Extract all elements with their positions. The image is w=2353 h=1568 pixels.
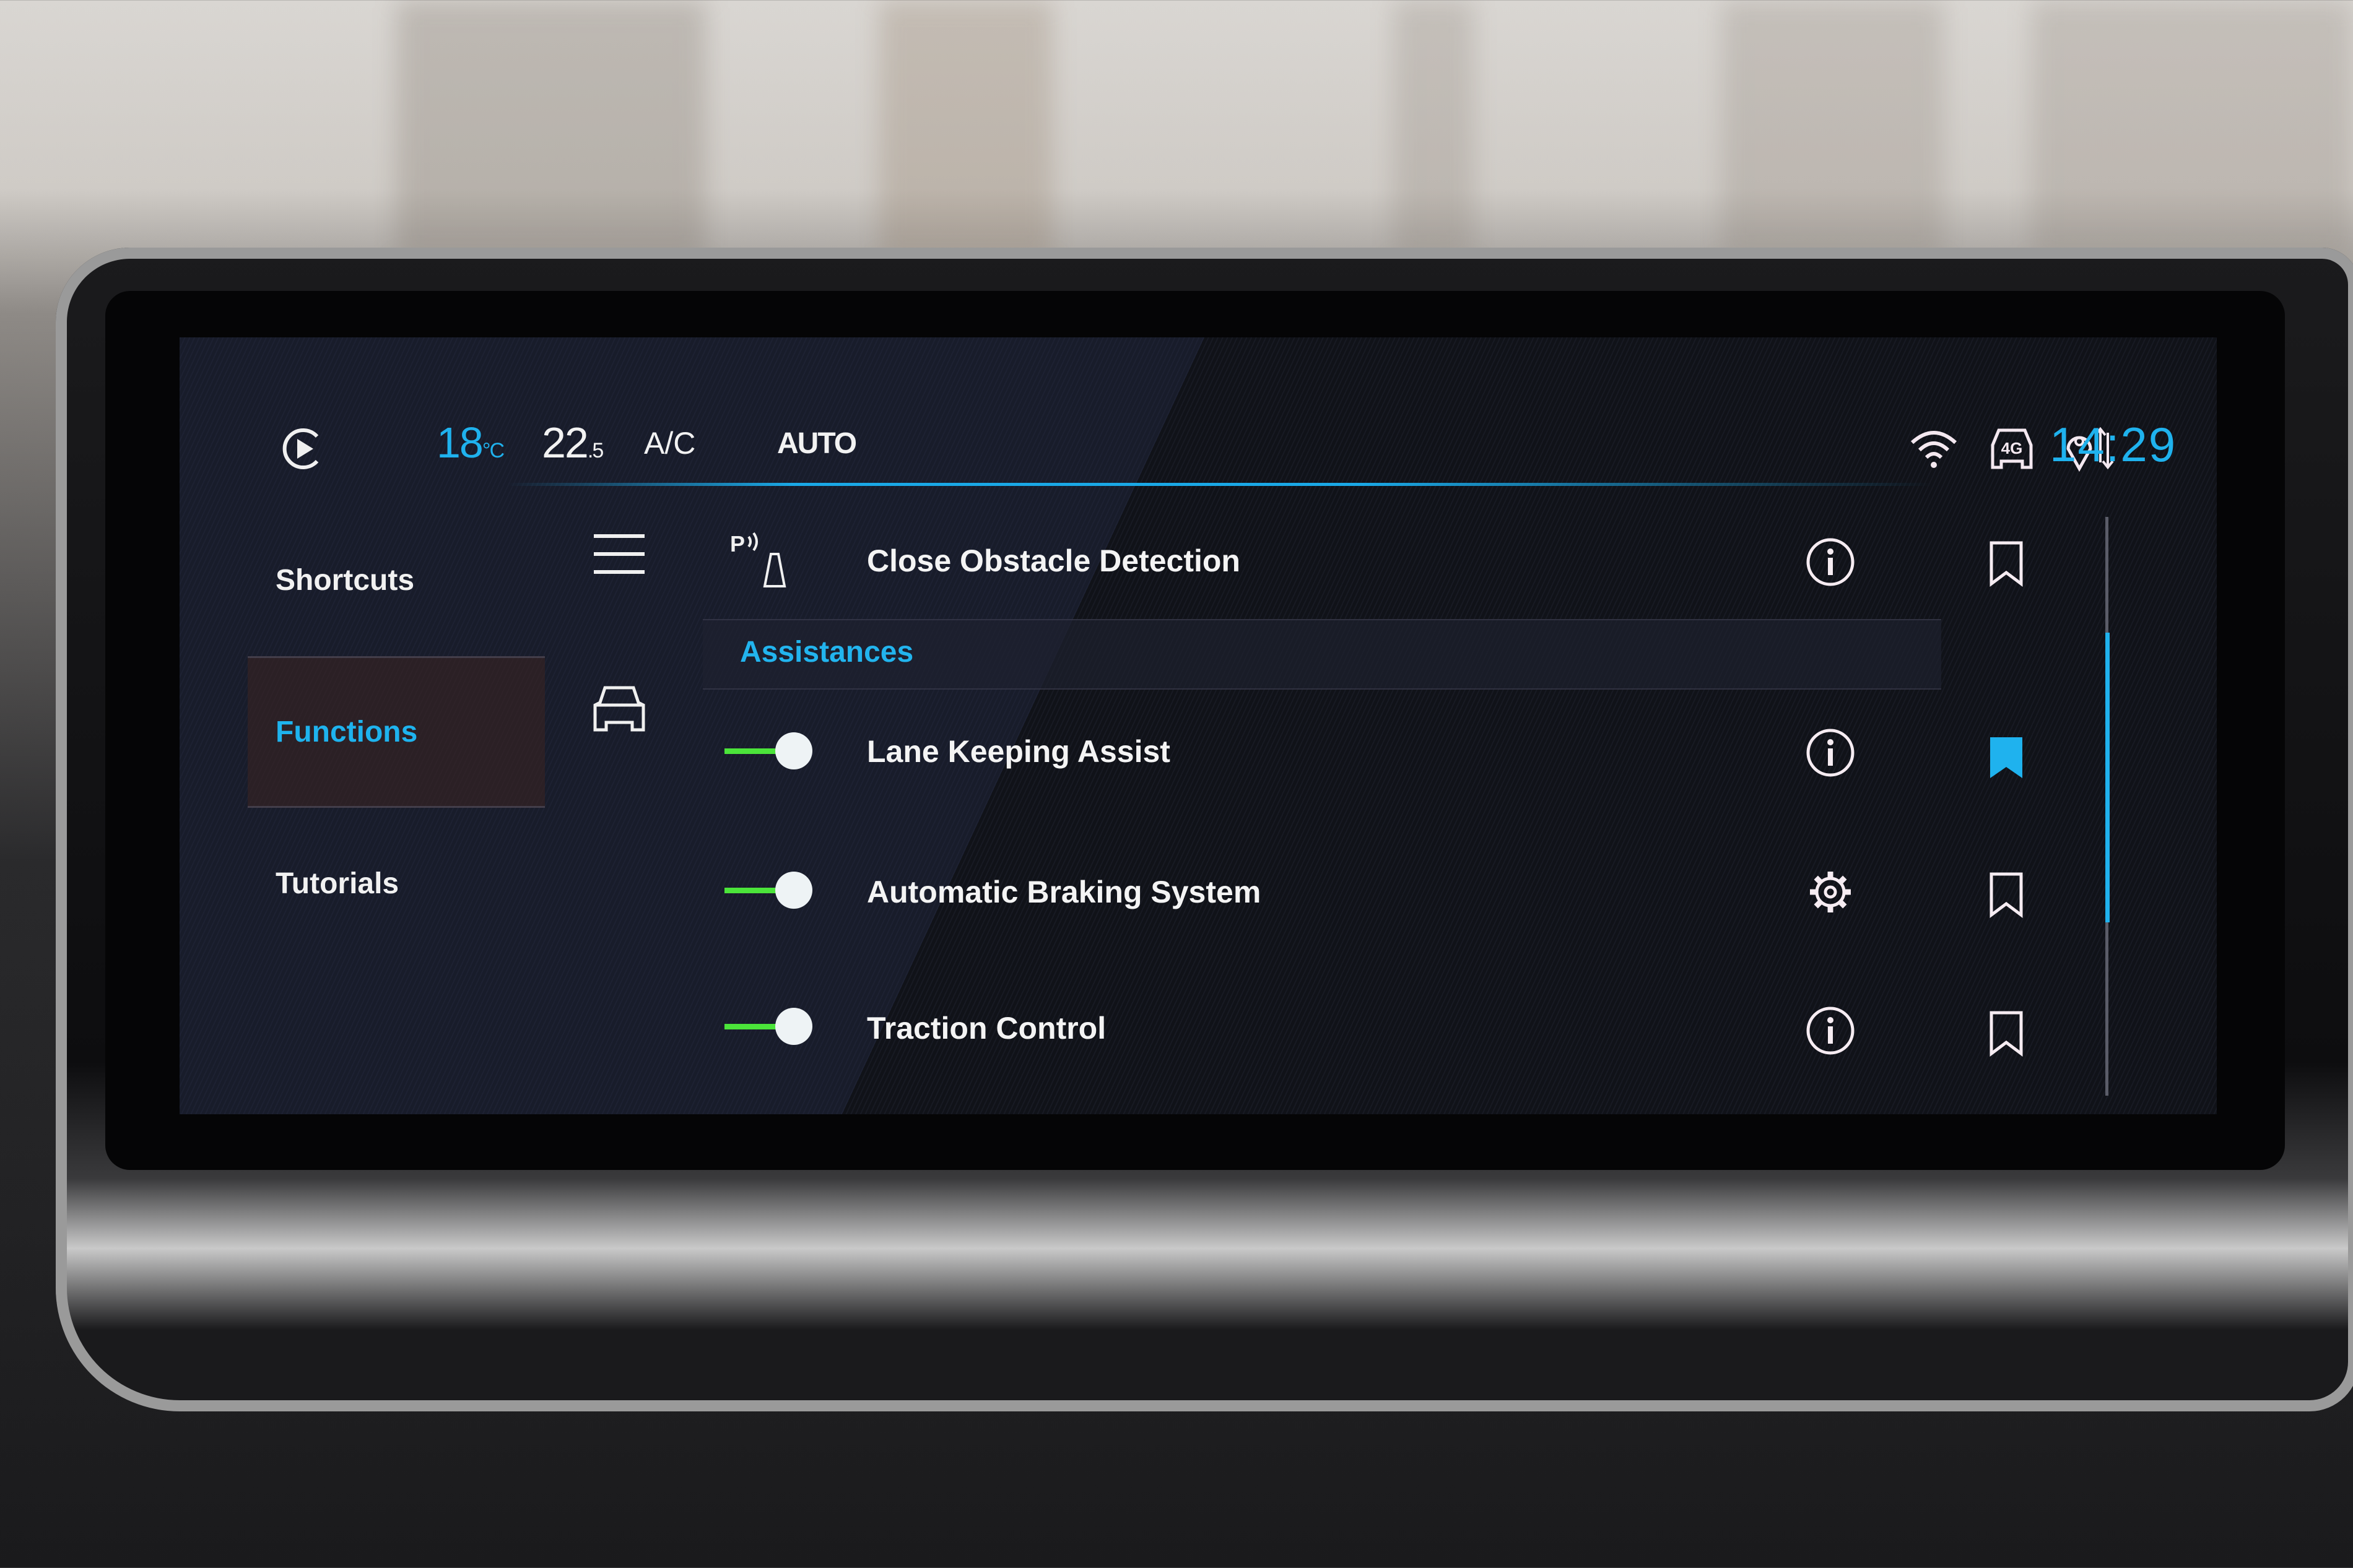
- svg-text:4G: 4G: [2001, 439, 2023, 457]
- toggle-knob: [775, 1008, 812, 1045]
- left-nav: Shortcuts Functions Tutorials: [248, 505, 545, 1111]
- bookmark-filled-icon[interactable]: [1988, 735, 2025, 781]
- item-label: Automatic Braking System: [867, 875, 1261, 909]
- list-item-lane-keeping-assist[interactable]: Lane Keeping Assist: [703, 696, 2152, 833]
- bookmark-outline-icon[interactable]: [1988, 1010, 2025, 1057]
- menu-icon: [594, 534, 645, 574]
- item-label: Lane Keeping Assist: [867, 734, 1170, 769]
- info-icon[interactable]: [1805, 1005, 1856, 1056]
- bookmark-outline-icon[interactable]: [1988, 872, 2025, 918]
- info-icon[interactable]: [1805, 727, 1856, 778]
- clock: 14:29: [2050, 417, 2177, 472]
- outside-temperature: 18°C: [437, 418, 505, 467]
- media-play-icon: [282, 428, 319, 469]
- vehicle-functions-button[interactable]: [591, 684, 647, 734]
- status-bar: 18°C 22.5 A/C AUTO 4G 14:29: [248, 405, 2175, 486]
- scrollbar-thumb[interactable]: [2105, 633, 2110, 922]
- ac-label[interactable]: A/C: [644, 425, 695, 461]
- functions-list: P Close Obstacle Detection Assistances L…: [703, 505, 2152, 1111]
- toggle-knob: [775, 872, 812, 909]
- gear-icon[interactable]: [1805, 867, 1856, 917]
- nav-item-functions[interactable]: Functions: [248, 656, 545, 808]
- toggle-track: [724, 888, 780, 893]
- climate-mode[interactable]: AUTO: [777, 427, 857, 461]
- infotainment-screen: 18°C 22.5 A/C AUTO 4G 14:29 Shortcuts Fu…: [180, 337, 2217, 1114]
- automatic-braking-toggle[interactable]: [724, 872, 817, 909]
- scrollbar[interactable]: [2105, 517, 2110, 1096]
- toggle-track: [724, 748, 780, 754]
- car-4g-icon: 4G: [1991, 428, 2033, 469]
- menu-button[interactable]: [591, 529, 647, 579]
- section-header-assistances: Assistances: [703, 619, 1941, 690]
- lane-keeping-toggle[interactable]: [724, 732, 817, 769]
- item-label: Traction Control: [867, 1011, 1107, 1046]
- wifi-icon: [1910, 431, 1957, 468]
- svg-text:P: P: [730, 531, 745, 557]
- bookmark-outline-icon[interactable]: [1988, 540, 2025, 587]
- nav-item-shortcuts[interactable]: Shortcuts: [248, 505, 545, 656]
- traction-control-toggle[interactable]: [724, 1008, 817, 1045]
- nav-item-tutorials[interactable]: Tutorials: [248, 808, 545, 959]
- section-title: Assistances: [740, 636, 914, 669]
- park-sensor-icon: P: [730, 531, 786, 587]
- list-item-automatic-braking-system[interactable]: Automatic Braking System: [703, 836, 2152, 972]
- cabin-temperature[interactable]: 22.5: [542, 418, 604, 467]
- car-icon: [593, 686, 645, 732]
- status-bar-divider: [508, 483, 1932, 486]
- list-item-traction-control[interactable]: Traction Control: [703, 972, 2152, 1108]
- toggle-knob: [775, 732, 812, 769]
- background-scenery: [0, 0, 2353, 260]
- media-button[interactable]: [279, 424, 328, 474]
- item-label: Close Obstacle Detection: [867, 544, 1240, 578]
- toggle-track: [724, 1024, 780, 1029]
- info-icon[interactable]: [1805, 537, 1856, 587]
